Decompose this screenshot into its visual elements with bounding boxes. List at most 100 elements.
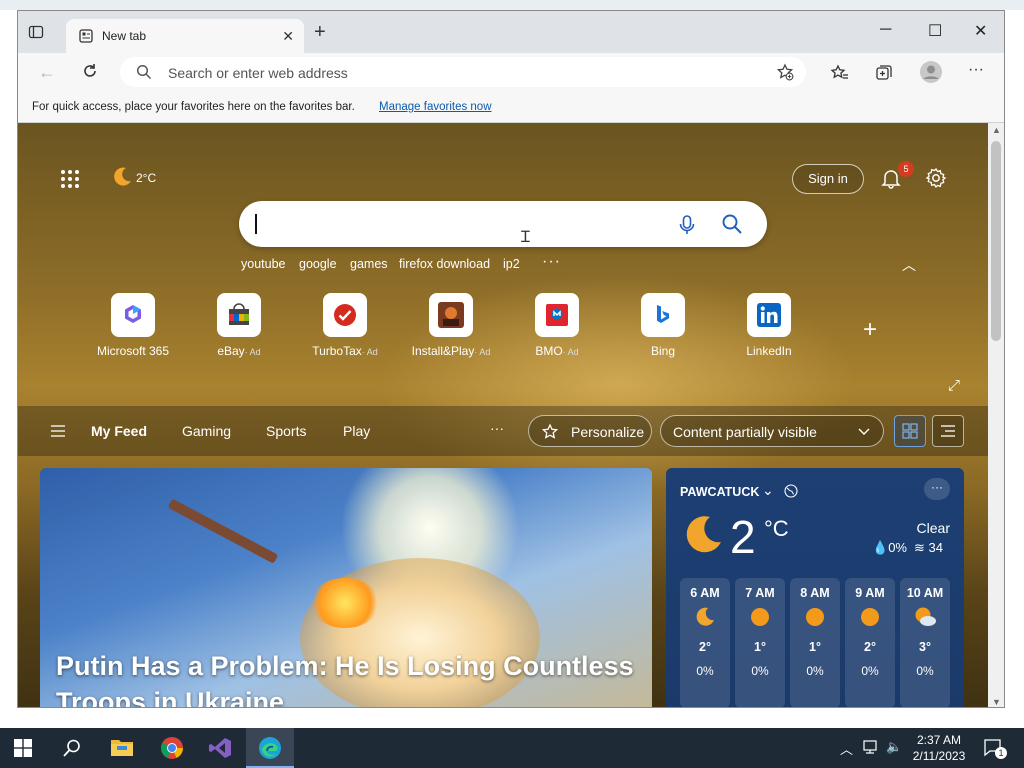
hero-news-card[interactable]: Putin Has a Problem: He Is Losing Countl… xyxy=(40,468,652,707)
new-tab-favicon-icon xyxy=(78,28,94,49)
favorites-icon[interactable] xyxy=(830,63,850,88)
search-submit-icon[interactable] xyxy=(721,213,743,240)
personalize-button[interactable]: Personalize xyxy=(528,415,652,447)
add-quick-link-icon[interactable]: + xyxy=(863,316,877,344)
hour-precip: 0% xyxy=(751,664,769,678)
app-launcher-icon[interactable] xyxy=(60,169,80,194)
manage-favorites-link[interactable]: Manage favorites now xyxy=(379,101,492,113)
quick-link-bing[interactable]: Bing xyxy=(618,293,708,358)
hourly-forecast-item[interactable]: 8 AM 1° 0% xyxy=(790,578,840,707)
add-favorite-icon[interactable] xyxy=(776,63,794,86)
visual-studio-icon[interactable] xyxy=(208,736,232,765)
more-suggestions-icon[interactable]: ··· xyxy=(542,253,561,271)
quick-link-label: BMO· Ad xyxy=(535,344,579,358)
suggestion-link[interactable]: ip2 xyxy=(503,257,520,271)
hour-precip: 0% xyxy=(916,664,934,678)
hour-time: 7 AM xyxy=(745,586,775,600)
hour-time: 6 AM xyxy=(690,586,720,600)
weather-condition: Clear xyxy=(916,520,950,536)
tab-title: New tab xyxy=(102,29,147,43)
refresh-icon[interactable] xyxy=(80,61,100,86)
ibeam-cursor-icon: Ɪ xyxy=(521,229,530,246)
microphone-icon[interactable] xyxy=(677,214,697,241)
scroll-up-icon[interactable]: ▲ xyxy=(992,125,1001,135)
page-scrollbar[interactable]: ▲ ▼ xyxy=(988,123,1004,707)
content-visibility-label: Content partially visible xyxy=(673,424,817,440)
chevron-down-icon xyxy=(857,424,871,441)
address-bar[interactable]: Search or enter web address xyxy=(120,57,806,87)
quick-link-turbotax[interactable]: TurboTax· Ad xyxy=(300,293,390,358)
quick-link-label: eBay· Ad xyxy=(217,344,261,358)
hourly-forecast-item[interactable]: 9 AM 2° 0% xyxy=(845,578,895,707)
hero-headline[interactable]: Putin Has a Problem: He Is Losing Countl… xyxy=(56,648,646,707)
tab-actions-icon[interactable] xyxy=(28,24,44,40)
weather-more-icon[interactable]: ··· xyxy=(924,478,950,500)
content-visibility-dropdown[interactable]: Content partially visible xyxy=(660,415,884,447)
back-icon[interactable]: ← xyxy=(38,62,56,83)
moon-icon xyxy=(680,606,730,630)
collections-icon[interactable] xyxy=(874,63,894,88)
quick-link-label: TurboTax· Ad xyxy=(312,344,378,358)
turbotax-icon xyxy=(323,293,367,337)
search-icon[interactable] xyxy=(62,738,82,763)
quick-link-linkedin[interactable]: LinkedIn xyxy=(724,293,814,358)
sign-in-button[interactable]: Sign in xyxy=(792,164,864,194)
network-icon[interactable] xyxy=(862,738,880,759)
hourly-forecast-item[interactable]: 10 AM 3° 0% xyxy=(900,578,950,707)
sun-icon xyxy=(735,606,785,630)
chrome-icon[interactable] xyxy=(160,736,184,765)
maximize-icon[interactable]: ☐ xyxy=(928,21,942,41)
feed-menu-icon[interactable] xyxy=(50,424,66,443)
scrollbar-thumb[interactable] xyxy=(991,141,1001,341)
globe-icon[interactable] xyxy=(784,484,798,503)
hourly-forecast-item[interactable]: 7 AM 1° 0% xyxy=(735,578,785,707)
quick-link-installplay[interactable]: Install&Play· Ad xyxy=(406,293,496,358)
quick-link-label: LinkedIn xyxy=(746,344,792,358)
hour-time: 9 AM xyxy=(855,586,885,600)
new-tab-button[interactable]: + xyxy=(314,22,326,42)
close-tab-icon[interactable]: ✕ xyxy=(282,28,294,45)
list-icon xyxy=(941,425,955,437)
edge-taskbar-button[interactable] xyxy=(246,728,294,768)
tab-sports[interactable]: Sports xyxy=(266,423,306,439)
scroll-down-icon[interactable]: ▼ xyxy=(992,697,1001,707)
feed-nav: My Feed Gaming Sports Play ··· Personali… xyxy=(18,406,988,456)
hour-temp: 3° xyxy=(919,640,931,654)
list-layout-button[interactable] xyxy=(932,415,964,447)
hourly-forecast-item[interactable]: 6 AM 2° 0% xyxy=(680,578,730,707)
collapse-chevron-icon[interactable]: ︿ xyxy=(902,255,916,275)
feed-more-icon[interactable]: ··· xyxy=(490,420,504,436)
notification-badge: 5 xyxy=(898,161,914,177)
quick-link-microsoft365[interactable]: Microsoft 365 xyxy=(88,293,178,358)
weather-location[interactable]: PAWCATUCK xyxy=(680,485,759,499)
grid-layout-button[interactable] xyxy=(894,415,926,447)
suggestion-link[interactable]: firefox download xyxy=(399,257,490,271)
close-window-icon[interactable]: ✕ xyxy=(974,21,987,41)
tab-play[interactable]: Play xyxy=(343,423,370,439)
show-hidden-icons-chevron-icon[interactable]: ︿ xyxy=(840,739,853,758)
microsoft365-icon xyxy=(111,293,155,337)
file-explorer-icon[interactable] xyxy=(110,736,134,763)
suggestion-link[interactable]: games xyxy=(350,257,388,271)
quick-link-ebay[interactable]: eBay· Ad xyxy=(194,293,284,358)
web-search-input[interactable]: Ɪ xyxy=(239,201,767,247)
settings-gear-icon[interactable] xyxy=(925,167,947,194)
tab-gaming[interactable]: Gaming xyxy=(182,423,231,439)
system-clock[interactable]: 2:37 AM 2/11/2023 xyxy=(908,732,970,764)
suggestion-link[interactable]: youtube xyxy=(241,257,285,271)
tab-my-feed[interactable]: My Feed xyxy=(91,423,147,439)
quick-link-bmo[interactable]: BMO· Ad xyxy=(512,293,602,358)
profile-avatar-icon[interactable] xyxy=(919,60,943,89)
personalize-label: Personalize xyxy=(571,424,645,440)
windows-start-icon[interactable] xyxy=(14,739,32,762)
weather-mini[interactable]: 2°C xyxy=(110,165,156,192)
expand-icon[interactable]: ⤢ xyxy=(948,377,960,394)
volume-icon[interactable]: 🔈 xyxy=(886,739,902,755)
weather-card[interactable]: PAWCATUCK ⌄ ··· 2 °C Clear 💧0% ≋ 34 6 AM… xyxy=(666,468,964,707)
location-chevron-down-icon[interactable]: ⌄ xyxy=(762,482,774,499)
minimize-icon[interactable]: ─ xyxy=(880,21,891,39)
more-options-icon[interactable]: ··· xyxy=(968,61,984,79)
suggestion-link[interactable]: google xyxy=(299,257,337,271)
tab-new-tab[interactable]: New tab ✕ xyxy=(66,19,304,53)
hour-time: 8 AM xyxy=(800,586,830,600)
